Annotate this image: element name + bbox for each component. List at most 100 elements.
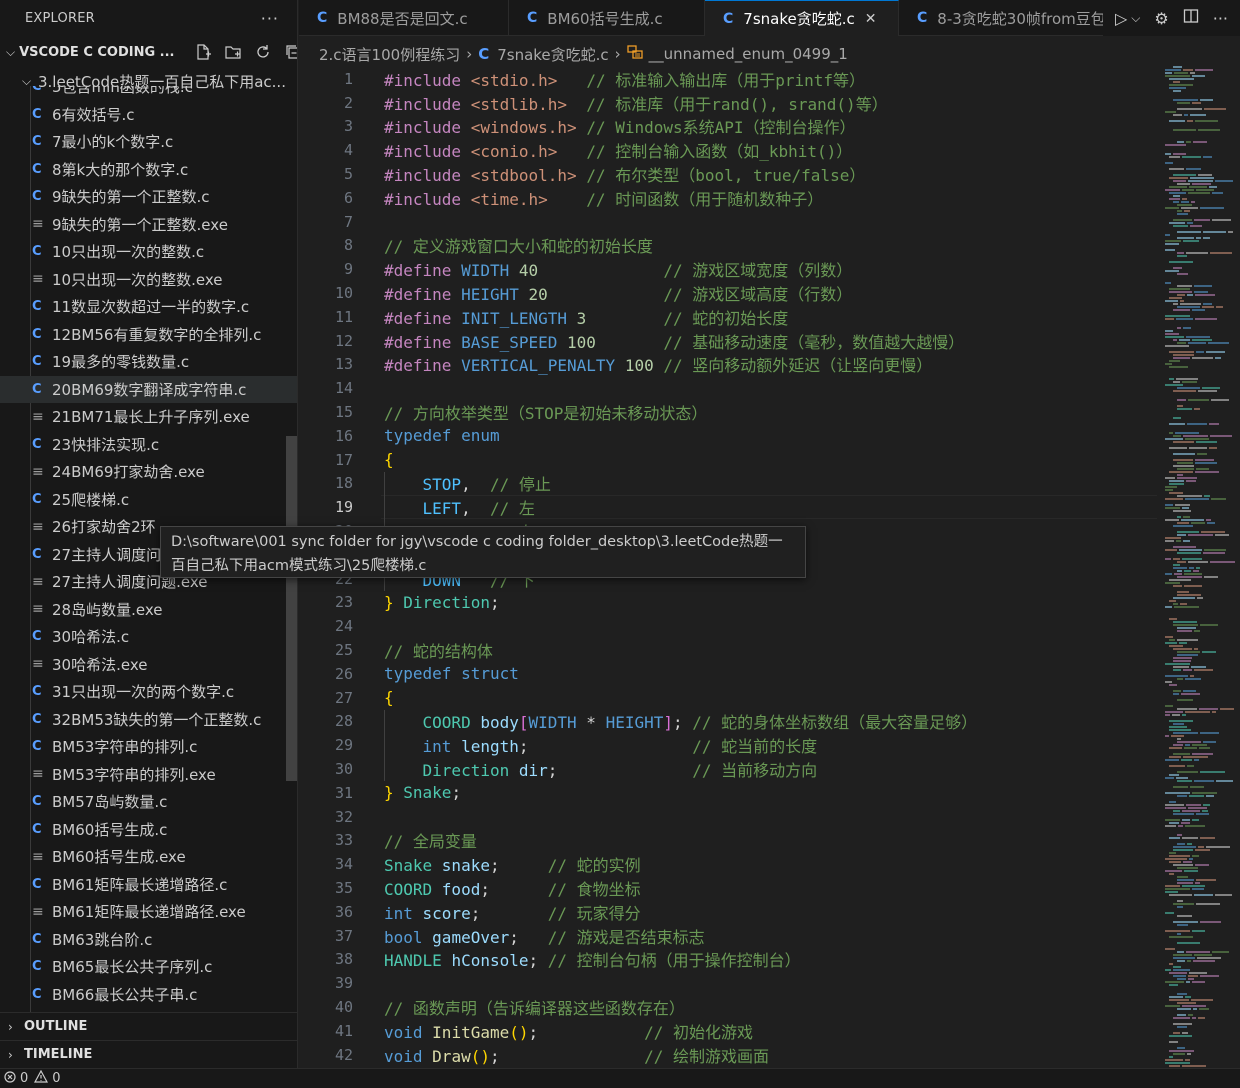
code-line[interactable]: 41 void InitGame(); // 初始化游戏	[299, 1019, 1161, 1043]
code-line[interactable]: 16 typedef enum	[299, 424, 1161, 448]
workspace-section-header[interactable]: ⌵ VSCODE C CODING ...	[0, 36, 297, 68]
warning-icon[interactable]	[34, 1069, 49, 1087]
code-line[interactable]: 17 {	[299, 448, 1161, 472]
code-line[interactable]: 33 // 全局变量	[299, 829, 1161, 853]
file-tree-item[interactable]: C 20BM69数字翻译成字符串.c	[0, 375, 297, 403]
file-tree-item[interactable]: C 32BM53缺失的第一个正整数.c	[0, 706, 297, 734]
new-file-icon[interactable]	[193, 42, 213, 62]
code-line[interactable]: 30 Direction dir; // 当前移动方向	[299, 757, 1161, 781]
file-tree-item[interactable]: C BM60括号生成.c	[0, 816, 297, 844]
chevron-down-icon[interactable]: ⌵	[1131, 11, 1140, 26]
file-tree-item[interactable]: ≡ 24BM69打家劫舍.exe	[0, 458, 297, 486]
file-tree-item[interactable]: C BM66最长公共子串.c	[0, 981, 297, 1009]
editor-tab[interactable]: C BM88是否是回文.c	[299, 0, 509, 36]
code-line[interactable]: 40 // 函数声明（告诉编译器这些函数存在）	[299, 995, 1161, 1019]
code-line[interactable]: 37 bool gameOver; // 游戏是否结束标志	[299, 924, 1161, 948]
editor-tab[interactable]: C BM60括号生成.c	[509, 0, 705, 36]
file-tree-item[interactable]: C 23快排法实现.c	[0, 431, 297, 459]
file-tree-item[interactable]: ≡ 21BM71最长上升子序列.exe	[0, 403, 297, 431]
file-tree-item[interactable]: ≡ 9缺失的第一个正整数.exe	[0, 211, 297, 239]
sidebar-scrollbar[interactable]	[286, 436, 297, 781]
code-line[interactable]: 15 // 方向枚举类型（STOP是初始未移动状态）	[299, 400, 1161, 424]
code-line[interactable]: 31} Snake;	[299, 781, 1161, 805]
file-tree-item[interactable]: ≡ BM53字符串的排列.exe	[0, 761, 297, 789]
code-line[interactable]: 3 #include <windows.h> // Windows系统API（控制…	[299, 115, 1161, 139]
warning-count[interactable]: 0	[52, 1071, 60, 1086]
timeline-section[interactable]: › TIMELINE	[0, 1040, 297, 1068]
code-line[interactable]: 7	[299, 210, 1161, 234]
more-actions-icon[interactable]: ···	[1213, 9, 1228, 28]
refresh-icon[interactable]	[253, 42, 273, 62]
file-tree-item[interactable]: C 31只出现一次的两个数字.c	[0, 678, 297, 706]
editor-tab[interactable]: C 8-3贪吃蛇30帧from豆包.	[899, 0, 1109, 36]
editor-tab[interactable]: C 7snake贪吃蛇.c ✕	[705, 0, 899, 36]
run-icon[interactable]: ▷	[1115, 9, 1127, 28]
code-line[interactable]: 12 #define BASE_SPEED 100 // 基础移动速度（毫秒，数值…	[299, 329, 1161, 353]
code-line[interactable]: 24	[299, 614, 1161, 638]
file-tree-item[interactable]: ≡ BM61矩阵最长递增路径.exe	[0, 898, 297, 926]
file-tree-item[interactable]: C 9缺失的第一个正整数.c	[0, 183, 297, 211]
file-tree-item[interactable]: ≡ BM60括号生成.exe	[0, 843, 297, 871]
breadcrumb-symbol[interactable]: __unnamed_enum_0499_1	[649, 45, 848, 63]
code-line[interactable]: 36 int score; // 玩家得分	[299, 900, 1161, 924]
file-tree-item[interactable]: C 25爬楼梯.c	[0, 486, 297, 514]
code-line[interactable]: 19 LEFT, // 左	[299, 495, 1161, 519]
code-line[interactable]: 14	[299, 376, 1161, 400]
code-line[interactable]: 5 #include <stdbool.h> // 布尔类型（bool, true…	[299, 162, 1161, 186]
code-line[interactable]: 28 COORD body[WIDTH * HEIGHT]; // 蛇的身体坐标…	[299, 710, 1161, 734]
file-tree-item[interactable]: C 12BM56有重复数字的全排列.c	[0, 321, 297, 349]
file-tree-item[interactable]: ≡ 30哈希法.exe	[0, 651, 297, 679]
more-actions-icon[interactable]: ···	[261, 9, 279, 28]
new-folder-icon[interactable]	[223, 42, 243, 62]
file-tree-item[interactable]: C 7最小的k个数字.c	[0, 128, 297, 156]
code-line[interactable]: 38 HANDLE hConsole; // 控制台句柄（用于操作控制台）	[299, 948, 1161, 972]
file-tree-item[interactable]: C 10只出现一次的整数.c	[0, 238, 297, 266]
file-tree-item[interactable]: C 19最多的零钱数量.c	[0, 348, 297, 376]
code-line[interactable]: 39	[299, 971, 1161, 995]
file-tree-item[interactable]: C BM57岛屿数量.c	[0, 788, 297, 816]
code-line[interactable]: 29 int length; // 蛇当前的长度	[299, 733, 1161, 757]
code-line[interactable]: 4 #include <conio.h> // 控制台输入函数（如_kbhit()…	[299, 138, 1161, 162]
split-editor-icon[interactable]	[1183, 8, 1199, 28]
file-tree-item[interactable]: C BM63跳台阶.c	[0, 926, 297, 954]
file-tree-item[interactable]: C BM65最长公共子序列.c	[0, 953, 297, 981]
code-line[interactable]: 13 #define VERTICAL_PENALTY 100 // 竖向移动额外…	[299, 353, 1161, 377]
code-line[interactable]: 34 Snake snake; // 蛇的实例	[299, 852, 1161, 876]
error-icon[interactable]	[4, 1070, 16, 1087]
code-line[interactable]: 1 #include <stdio.h> // 标准输入输出库（用于printf等…	[299, 67, 1161, 91]
code-line[interactable]: 18 STOP, // 停止	[299, 472, 1161, 496]
code-line[interactable]: 10 #define HEIGHT 20 // 游戏区域高度（行数）	[299, 281, 1161, 305]
gear-icon[interactable]: ⚙	[1154, 9, 1168, 28]
code-line[interactable]: 27 {	[299, 686, 1161, 710]
file-tree-item[interactable]: ≡ 10只出现一次的整数.exe	[0, 266, 297, 294]
file-tree-item[interactable]: C 6有效括号.c	[0, 101, 297, 129]
close-icon[interactable]: ✕	[865, 11, 877, 27]
code-line[interactable]: 23} Direction;	[299, 591, 1161, 615]
breadcrumb-folder[interactable]: 2.c语言100例程练习	[319, 44, 460, 65]
breadcrumb-file[interactable]: 7snake贪吃蛇.c	[497, 44, 608, 65]
code-line[interactable]: 42 void Draw(); // 绘制游戏画面	[299, 1043, 1161, 1067]
file-tree-item[interactable]: C 5包含min函数的栈.c	[0, 86, 297, 101]
minimap[interactable]	[1161, 66, 1240, 1068]
code-line[interactable]: 25 // 蛇的结构体	[299, 638, 1161, 662]
code-line[interactable]: 9 #define WIDTH 40 // 游戏区域宽度（列数）	[299, 257, 1161, 281]
code-line[interactable]: 35 COORD food; // 食物坐标	[299, 876, 1161, 900]
code-line[interactable]: 11 #define INIT_LENGTH 3 // 蛇的初始长度	[299, 305, 1161, 329]
file-tree-item[interactable]: C BM61矩阵最长递增路径.c	[0, 871, 297, 899]
error-count[interactable]: 0	[20, 1071, 28, 1086]
line-number: 33	[334, 831, 353, 850]
code-line[interactable]: 26 typedef struct	[299, 662, 1161, 686]
file-tree-item[interactable]: C 8第k大的那个数字.c	[0, 156, 297, 184]
code-line[interactable]: 2 #include <stdlib.h> // 标准库（用于rand(), sr…	[299, 91, 1161, 115]
outline-section[interactable]: › OUTLINE	[0, 1012, 297, 1040]
file-tree-item[interactable]: ≡ 28岛屿数量.exe	[0, 596, 297, 624]
file-tree-item[interactable]: C BM53字符串的排列.c	[0, 733, 297, 761]
minimap-line	[1165, 144, 1186, 146]
file-tree-item[interactable]: C 11数显次数超过一半的数字.c	[0, 293, 297, 321]
collapse-all-icon[interactable]	[283, 42, 297, 62]
code-line[interactable]: 6 #include <time.h> // 时间函数（用于随机数种子）	[299, 186, 1161, 210]
code-line[interactable]: 8 // 定义游戏窗口大小和蛇的初始长度	[299, 234, 1161, 258]
code-line[interactable]: 32	[299, 805, 1161, 829]
file-tree-item[interactable]: C 30哈希法.c	[0, 623, 297, 651]
